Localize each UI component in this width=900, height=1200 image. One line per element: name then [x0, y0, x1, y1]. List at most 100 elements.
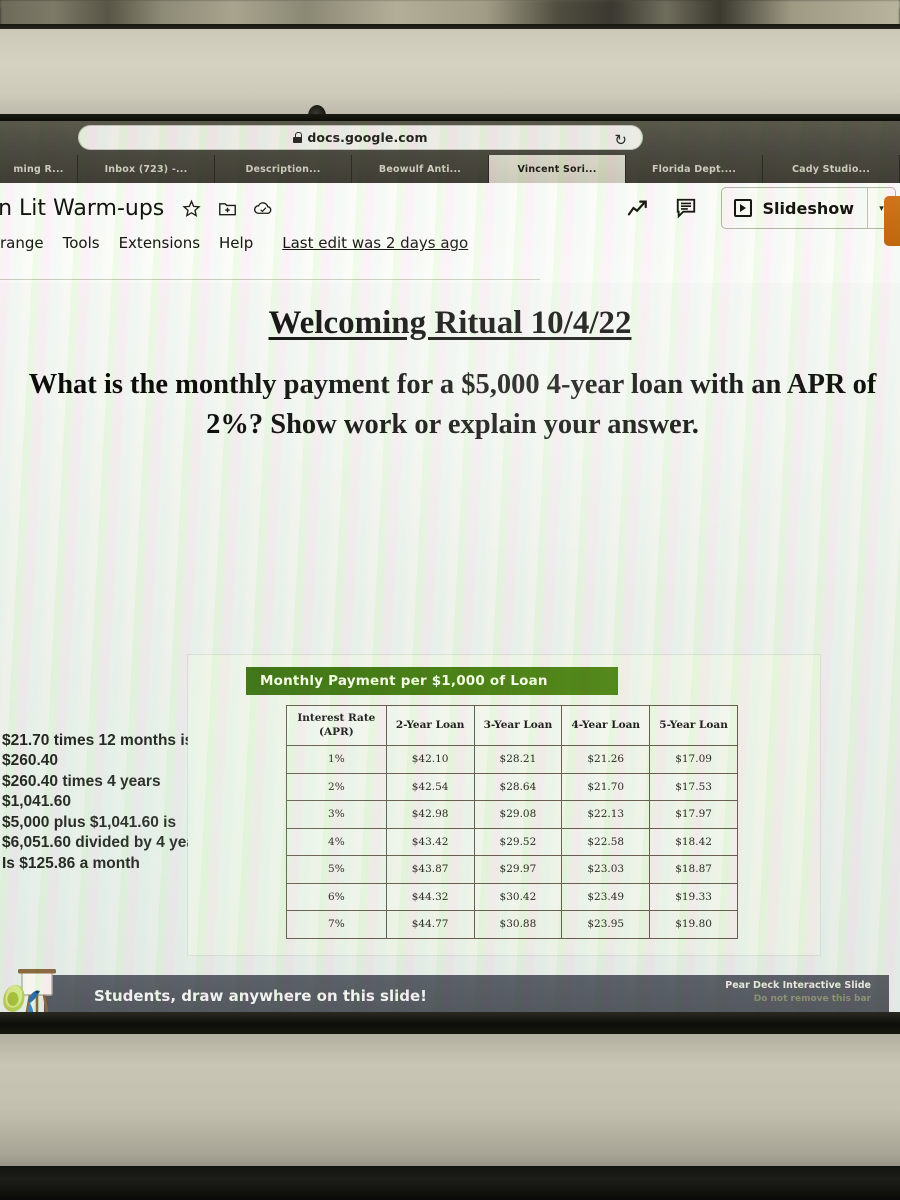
- column-header-4-year: 4-Year Loan: [561, 705, 651, 746]
- browser-tab[interactable]: Beowulf Anti...: [352, 155, 489, 183]
- column-header-2-year: 2-Year Loan: [385, 705, 475, 746]
- cell-payment: $44.77: [385, 910, 475, 939]
- photo-of-laptop-screen: docs.google.com ↻ ming R... Inbox (723) …: [0, 0, 900, 1200]
- laptop-screen: docs.google.com ↻ ming R... Inbox (723) …: [0, 121, 900, 1012]
- screen-bottom-bezel: [0, 1012, 900, 1034]
- laptop-base-shadow: [0, 1166, 900, 1200]
- tab-label: Cady Studio...: [791, 163, 871, 175]
- move-to-folder-icon[interactable]: [216, 197, 238, 219]
- table-row: 5% $43.87 $29.97 $23.03 $18.87: [286, 855, 738, 884]
- tab-label: Beowulf Anti...: [378, 163, 462, 175]
- loan-payment-table-image[interactable]: Monthly Payment per $1,000 of Loan Inter…: [188, 655, 820, 955]
- pear-deck-badge-line2: Do not remove this bar: [753, 993, 871, 1004]
- share-button[interactable]: [884, 196, 900, 246]
- cell-payment: $28.21: [473, 745, 563, 774]
- cell-payment: $23.03: [561, 855, 651, 884]
- cell-payment: $19.33: [649, 882, 738, 911]
- slide-title[interactable]: Welcoming Ritual 10/4/22: [0, 305, 900, 342]
- play-icon: [733, 199, 752, 217]
- header-line: Interest Rate: [297, 712, 376, 725]
- star-icon[interactable]: [180, 197, 202, 219]
- tab-strip: ming R... Inbox (723) -... Description..…: [0, 155, 900, 183]
- browser-tab[interactable]: Description...: [215, 155, 352, 183]
- slide-question-text[interactable]: What is the monthly payment for a $5,000…: [10, 365, 895, 446]
- browser-tab[interactable]: ming R...: [0, 155, 78, 183]
- column-header-interest-rate: Interest Rate (APR): [286, 705, 387, 746]
- cell-payment: $42.98: [385, 800, 475, 829]
- cell-payment: $21.26: [561, 745, 651, 774]
- address-bar-url: docs.google.com: [307, 130, 428, 145]
- toolbar-divider: [0, 279, 540, 280]
- tab-label: Description...: [245, 163, 321, 175]
- slideshow-button-label: Slideshow: [762, 198, 854, 218]
- tab-label: Florida Dept....: [651, 163, 737, 175]
- cell-payment: $43.42: [385, 827, 475, 856]
- table-row: 6% $44.32 $30.42 $23.49 $19.33: [286, 882, 738, 911]
- tab-label: Vincent Sori...: [517, 163, 597, 175]
- cell-payment: $18.42: [649, 827, 738, 856]
- cell-payment: $28.64: [473, 772, 563, 801]
- cell-payment: $44.32: [385, 882, 475, 911]
- title-icon-group: [180, 197, 274, 219]
- address-bar[interactable]: docs.google.com ↻: [78, 125, 643, 150]
- activity-trend-icon[interactable]: [625, 195, 651, 221]
- cell-payment: $17.09: [649, 745, 738, 774]
- cell-payment: $17.97: [649, 800, 738, 829]
- column-header-5-year: 5-Year Loan: [649, 705, 738, 746]
- slideshow-button[interactable]: Slideshow ▾: [720, 187, 896, 229]
- cell-payment: $42.10: [385, 745, 475, 774]
- last-edit-link[interactable]: Last edit was 2 days ago: [282, 234, 468, 252]
- cell-payment: $29.08: [473, 800, 563, 829]
- monthly-payment-table: Interest Rate (APR) 2-Year Loan 3-Year L…: [286, 705, 738, 939]
- cell-payment: $30.42: [473, 882, 563, 911]
- column-header-3-year: 3-Year Loan: [473, 705, 563, 746]
- browser-tab-active[interactable]: Vincent Sori...: [489, 155, 626, 183]
- laptop-lid-top: [0, 29, 900, 127]
- pear-deck-bar[interactable]: Students, draw anywhere on this slide! P…: [44, 975, 889, 1012]
- cell-payment: $43.87: [385, 855, 475, 884]
- menu-item-tools[interactable]: Tools: [63, 234, 100, 252]
- cell-payment: $29.97: [473, 855, 563, 884]
- comment-history-icon[interactable]: [673, 195, 699, 221]
- table-row: 3% $42.98 $29.08 $22.13 $17.97: [286, 800, 738, 829]
- cell-payment: $23.95: [561, 910, 651, 939]
- menu-item-help[interactable]: Help: [219, 234, 253, 252]
- menu-item-extensions[interactable]: Extensions: [119, 234, 200, 252]
- cell-interest-rate: 7%: [286, 910, 387, 939]
- page-title[interactable]: in Lit Warm-ups: [0, 196, 164, 221]
- cell-payment: $21.70: [561, 772, 651, 801]
- browser-tab[interactable]: Florida Dept....: [626, 155, 763, 183]
- table-row: 2% $42.54 $28.64 $21.70 $17.53: [286, 772, 738, 801]
- cell-payment: $22.58: [561, 827, 651, 856]
- cell-interest-rate: 5%: [286, 855, 387, 884]
- tab-label: Inbox (723) -...: [104, 163, 188, 175]
- header-line: (APR): [318, 725, 354, 738]
- table-banner: Monthly Payment per $1,000 of Loan: [246, 667, 618, 695]
- browser-tab[interactable]: Inbox (723) -...: [78, 155, 215, 183]
- tab-label: ming R...: [13, 163, 64, 175]
- cell-payment: $42.54: [385, 772, 475, 801]
- reload-icon[interactable]: ↻: [614, 131, 627, 151]
- table-header-row: Interest Rate (APR) 2-Year Loan 3-Year L…: [286, 705, 738, 746]
- cell-payment: $22.13: [561, 800, 651, 829]
- pear-deck-badge: Pear Deck Interactive Slide Do not remov…: [725, 980, 871, 1005]
- table-row: 7% $44.77 $30.88 $23.95 $19.80: [286, 910, 738, 939]
- cell-payment: $30.88: [473, 910, 563, 939]
- table-row: 1% $42.10 $28.21 $21.26 $17.09: [286, 745, 738, 774]
- cell-payment: $23.49: [561, 882, 651, 911]
- pear-deck-easel-mascot-icon: [0, 967, 58, 1012]
- menu-item-arrange[interactable]: range: [0, 234, 44, 252]
- laptop-chin: MacBook Air: [0, 1034, 900, 1170]
- pear-deck-badge-line1: Pear Deck Interactive Slide: [725, 980, 871, 991]
- cell-payment: $18.87: [649, 855, 738, 884]
- cell-interest-rate: 3%: [286, 800, 387, 829]
- slide-canvas[interactable]: Welcoming Ritual 10/4/22 What is the mon…: [0, 283, 900, 1012]
- cell-payment: $17.53: [649, 772, 738, 801]
- browser-tab[interactable]: Cady Studio...: [763, 155, 900, 183]
- cloud-saved-icon[interactable]: [252, 197, 274, 219]
- cell-payment: $19.80: [649, 910, 738, 939]
- cell-payment: $29.52: [473, 827, 563, 856]
- menu-bar: range Tools Extensions Help Last edit wa…: [0, 229, 468, 257]
- cell-interest-rate: 4%: [286, 827, 387, 856]
- header-right-controls: Slideshow ▾: [625, 187, 900, 246]
